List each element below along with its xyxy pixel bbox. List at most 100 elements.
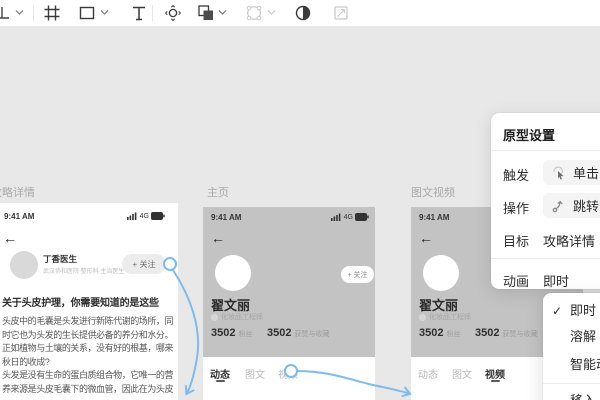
article-line: 正如植物与土壤的关系，没有好的根基，哪来 — [2, 343, 174, 353]
article-line: 头发是没有生命的蛋白质组合物，它唯一的营 — [2, 370, 174, 380]
action-value: 跳转到 — [573, 199, 600, 214]
trigger-value: 单击 — [573, 166, 600, 181]
menu-item-label: 移入 — [570, 393, 596, 400]
toolbar-divider — [152, 5, 153, 21]
action-label: 操作 — [503, 201, 530, 216]
frame-title-guide-detail[interactable]: 攻略详情 — [0, 184, 35, 200]
menu-divider — [543, 383, 600, 384]
target-label: 目标 — [503, 234, 530, 249]
frame-title-media-video[interactable]: 图文视频 — [411, 184, 455, 200]
tab-media[interactable]: 图文 — [245, 366, 265, 381]
status-network: 4G — [330, 213, 369, 221]
status-time: 9:41 AM — [4, 212, 35, 221]
likes-count: 3502 — [267, 327, 292, 339]
animation-label: 动画 — [503, 274, 530, 289]
author-avatar[interactable] — [10, 251, 38, 279]
tab-dynamic[interactable]: 动态 — [418, 366, 438, 381]
design-canvas: 攻略详情 9:41 AM 4G ← 丁香医生 武汉协和医院 整形科 主治医生 +… — [0, 0, 600, 400]
tab-video[interactable]: 视频 — [485, 366, 505, 381]
back-arrow-icon[interactable]: ← — [3, 231, 17, 245]
frame-tool-icon[interactable] — [44, 5, 60, 21]
menu-item-instant[interactable]: ✓ 即时 — [543, 297, 600, 325]
tab-dynamic[interactable]: 动态 — [210, 366, 230, 381]
likes-stat: 3502 获赞与收藏 — [267, 327, 329, 339]
tab-media[interactable]: 图文 — [452, 366, 472, 381]
text-tool-icon[interactable] — [131, 5, 147, 21]
profile-role: 化妆品工程师 — [419, 312, 471, 322]
chevron-down-icon[interactable] — [100, 9, 109, 16]
prototype-settings-panel: 原型设置 触发 单击 操作 跳转到 目标 攻略详情 动画 即时 — [491, 113, 600, 289]
profile-avatar[interactable] — [215, 255, 251, 291]
frame-title-home[interactable]: 主页 — [207, 184, 229, 200]
network-label: 4G — [139, 212, 149, 220]
toolbar — [0, 0, 600, 27]
target-value[interactable]: 攻略详情 — [543, 231, 595, 250]
trigger-label: 触发 — [503, 168, 530, 183]
menu-item-label: 智能动画 — [570, 357, 600, 372]
profile-avatar[interactable] — [423, 255, 459, 291]
menu-item-label: 溶解 — [570, 329, 597, 344]
tab-active-underline — [491, 380, 500, 382]
role-label: 化妆品工程师 — [429, 314, 471, 321]
animation-dropdown-menu: ✓ 即时 溶解 智能动画 移入 — [543, 293, 600, 400]
role-label: 化妆品工程师 — [221, 314, 263, 321]
fans-stat: 3502 粉丝 — [211, 327, 252, 339]
rectangle-tool-icon[interactable] — [79, 5, 95, 21]
signal-bars-icon — [126, 212, 137, 220]
panel-title: 原型设置 — [503, 128, 556, 143]
article-title: 关于头皮护理，你需要知道的是这些 — [2, 298, 159, 309]
frame-guide-detail[interactable]: 9:41 AM 4G ← 丁香医生 武汉协和医院 整形科 主治医生 + 关注 关… — [0, 203, 178, 400]
trigger-select[interactable]: 单击 — [543, 160, 600, 185]
battery-icon — [151, 212, 165, 220]
chevron-down-icon[interactable] — [267, 9, 276, 16]
mask-tool-icon[interactable] — [295, 5, 311, 21]
chevron-down-icon[interactable] — [15, 9, 24, 16]
role-badge-icon — [211, 313, 218, 321]
likes-label: 获赞与收藏 — [502, 331, 538, 338]
menu-item-dissolve[interactable]: 溶解 — [543, 323, 600, 351]
fans-count: 3502 — [419, 327, 444, 339]
panel-divider — [491, 258, 600, 259]
menu-item-move-in[interactable]: 移入 — [543, 387, 600, 400]
move-tool-icon[interactable] — [0, 5, 12, 21]
tab-active-underline — [216, 380, 225, 382]
status-time: 9:41 AM — [211, 213, 242, 222]
signal-bars-icon — [330, 213, 341, 221]
slice-tool-icon[interactable] — [333, 5, 349, 21]
author-name: 丁香医生 — [43, 254, 78, 264]
action-select[interactable]: 跳转到 — [543, 193, 600, 218]
author-meta: 武汉协和医院 整形科 主治医生 — [43, 269, 125, 275]
status-time: 9:41 AM — [419, 213, 450, 222]
back-arrow-icon[interactable]: ← — [419, 231, 433, 245]
frame-home[interactable]: 9:41 AM 4G ← + 关注 翟文丽 化妆品工程师 3502 粉丝 350… — [203, 207, 375, 400]
tab-video[interactable]: 视频 — [278, 366, 298, 381]
check-icon: ✓ — [552, 304, 563, 318]
vector-tool-icon[interactable] — [246, 5, 262, 21]
role-badge-icon — [419, 313, 426, 321]
menu-item-smart-animate[interactable]: 智能动画 — [543, 351, 600, 379]
panel-divider — [491, 150, 600, 151]
transform-tool-icon[interactable] — [165, 5, 181, 21]
likes-count: 3502 — [475, 327, 500, 339]
animation-value[interactable]: 即时 — [543, 271, 569, 290]
profile-role: 化妆品工程师 — [211, 312, 263, 322]
follow-button[interactable]: + 关注 — [341, 266, 374, 283]
fans-count: 3502 — [211, 327, 236, 339]
article-body: 头皮中的毛囊是头发进行新陈代谢的场所，同 时它也为头发的生长提供必备的养分和水分… — [2, 315, 178, 396]
network-label: 4G — [343, 213, 353, 221]
back-arrow-icon[interactable]: ← — [211, 231, 225, 245]
fans-label: 粉丝 — [238, 331, 253, 338]
toolbar-divider — [33, 5, 34, 21]
likes-stat: 3502 获赞与收藏 — [475, 327, 537, 339]
fans-label: 粉丝 — [446, 331, 461, 338]
menu-item-label: 即时 — [570, 303, 597, 318]
follow-button[interactable]: + 关注 — [122, 254, 166, 274]
battery-icon — [355, 213, 369, 221]
status-network: 4G — [126, 212, 165, 220]
article-line: 头皮中的毛囊是头发进行新陈代谢的场所，同 — [2, 316, 174, 326]
boolean-shapes-tool-icon[interactable] — [198, 5, 214, 21]
fans-stat: 3502 粉丝 — [419, 327, 460, 339]
chevron-down-icon[interactable] — [218, 9, 227, 16]
connector-arrow-icon — [552, 200, 563, 212]
article-line: 秋日的收成? — [2, 356, 50, 367]
